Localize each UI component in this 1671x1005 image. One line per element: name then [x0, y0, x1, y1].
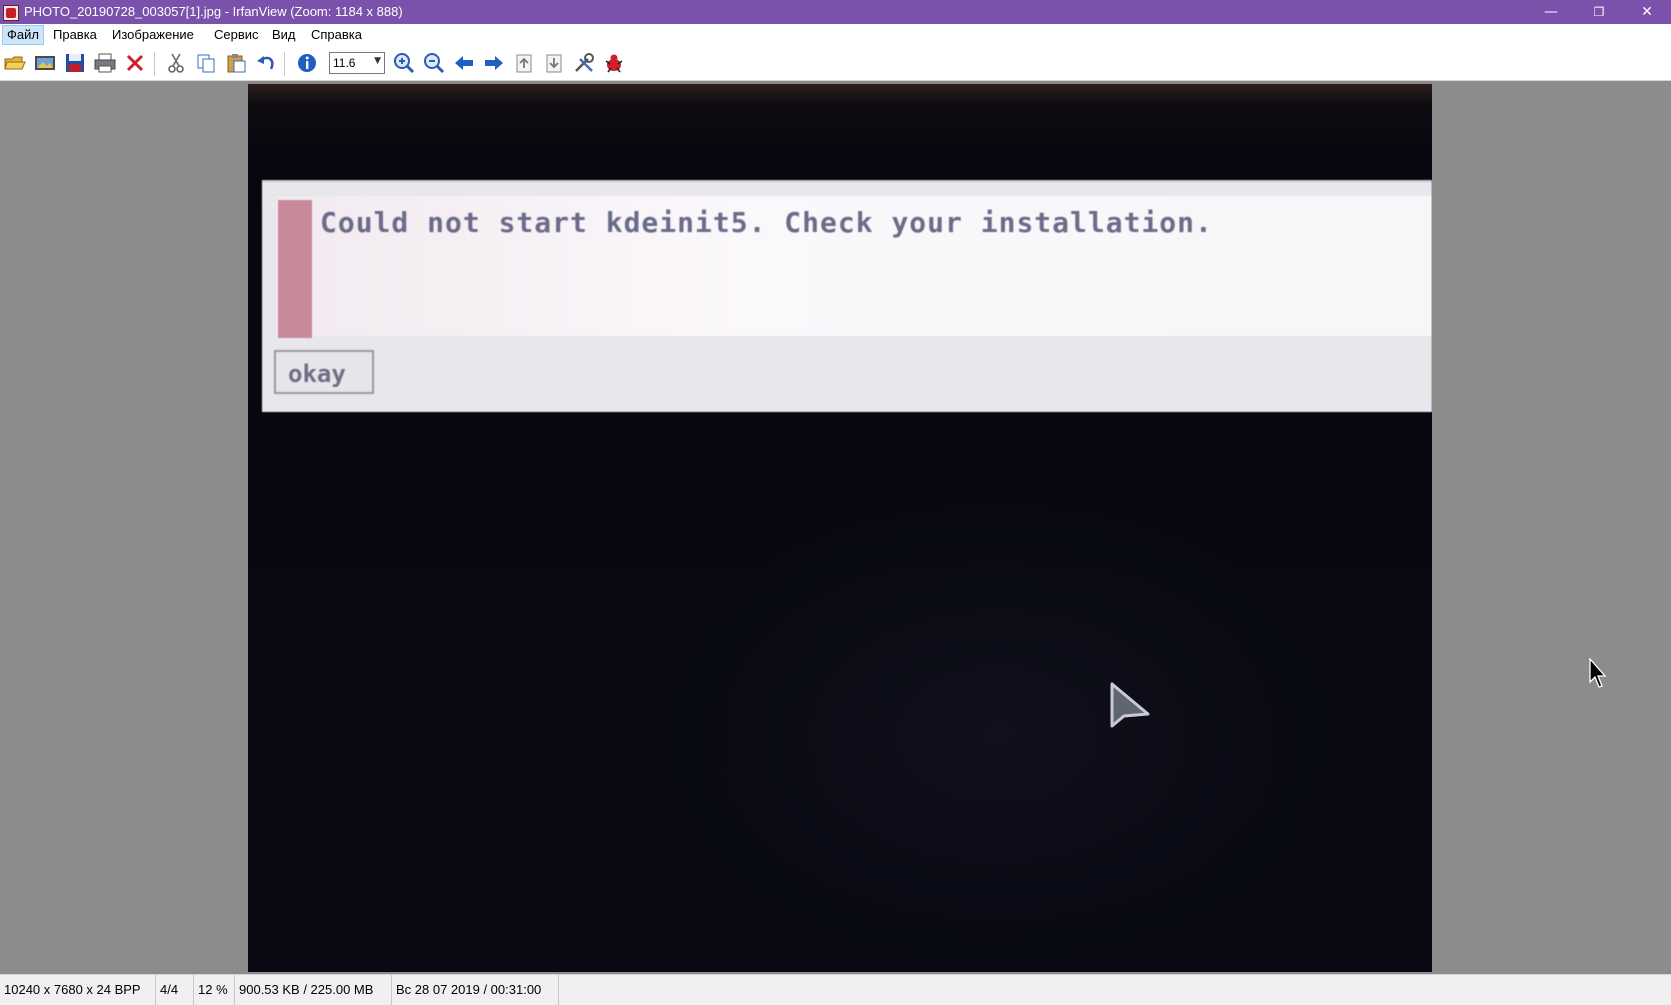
undo-icon[interactable]	[255, 52, 277, 74]
status-date: Вс 28 07 2019 / 00:31:00	[392, 975, 559, 1005]
status-dimensions: 10240 x 7680 x 24 BPP	[0, 975, 156, 1005]
title-bar: PHOTO_20190728_003057[1].jpg - IrfanView…	[0, 0, 1671, 24]
delete-icon[interactable]	[124, 52, 146, 74]
last-page-icon[interactable]	[543, 52, 565, 74]
status-size: 900.53 KB / 225.00 MB	[235, 975, 392, 1005]
restore-button[interactable]: ❐	[1575, 0, 1623, 24]
photo-error-dialog: Could not start kdeinit5. Check your ins…	[262, 180, 1432, 412]
menu-tools[interactable]: Сервис	[210, 26, 263, 44]
status-index: 4/4	[156, 975, 194, 1005]
slideshow-icon[interactable]	[34, 52, 56, 74]
close-button[interactable]: ✕	[1623, 0, 1671, 24]
menu-image[interactable]: Изображение	[108, 26, 198, 44]
chevron-down-icon[interactable]: ▼	[374, 56, 381, 66]
irfanview-icon[interactable]	[603, 52, 625, 74]
status-bar: 10240 x 7680 x 24 BPP 4/4 12 % 900.53 KB…	[0, 974, 1671, 1005]
displayed-photo: Could not start kdeinit5. Check your ins…	[248, 84, 1432, 972]
minimize-button[interactable]: —	[1527, 0, 1575, 24]
dialog-accent-bar	[278, 200, 312, 338]
dialog-okay-label: okay	[288, 360, 346, 388]
first-page-icon[interactable]	[513, 52, 535, 74]
dialog-message: Could not start kdeinit5. Check your ins…	[320, 206, 1213, 239]
menu-edit[interactable]: Правка	[49, 26, 101, 44]
copy-icon[interactable]	[195, 52, 217, 74]
zoom-out-icon[interactable]	[423, 52, 445, 74]
open-icon[interactable]	[4, 52, 26, 74]
zoom-in-icon[interactable]	[393, 52, 415, 74]
mouse-pointer-icon	[1589, 658, 1607, 688]
toolbar: 11.6 ▼	[0, 46, 1671, 81]
image-viewport[interactable]: Could not start kdeinit5. Check your ins…	[0, 81, 1671, 974]
print-icon[interactable]	[94, 52, 116, 74]
menu-bar: Файл Правка Изображение Сервис Вид Справ…	[0, 24, 1671, 46]
zoom-value: 11.6	[333, 56, 356, 70]
photo-mouse-pointer-icon	[1110, 682, 1150, 728]
irfanview-app-icon[interactable]	[3, 5, 19, 21]
menu-view[interactable]: Вид	[268, 26, 300, 44]
previous-icon[interactable]	[453, 52, 475, 74]
window-title: PHOTO_20190728_003057[1].jpg - IrfanView…	[24, 4, 403, 19]
toolbar-separator	[284, 52, 285, 76]
zoom-combobox[interactable]: 11.6 ▼	[329, 52, 385, 74]
photo-glow	[648, 504, 1348, 964]
toolbar-separator	[154, 52, 155, 76]
cut-icon[interactable]	[165, 52, 187, 74]
next-icon[interactable]	[483, 52, 505, 74]
status-zoom: 12 %	[194, 975, 235, 1005]
menu-help[interactable]: Справка	[307, 26, 366, 44]
settings-icon[interactable]	[573, 52, 595, 74]
menu-file[interactable]: Файл	[2, 25, 44, 45]
info-icon[interactable]	[296, 52, 318, 74]
paste-icon[interactable]	[225, 52, 247, 74]
dialog-okay-button: okay	[274, 350, 374, 394]
save-icon[interactable]	[64, 52, 86, 74]
